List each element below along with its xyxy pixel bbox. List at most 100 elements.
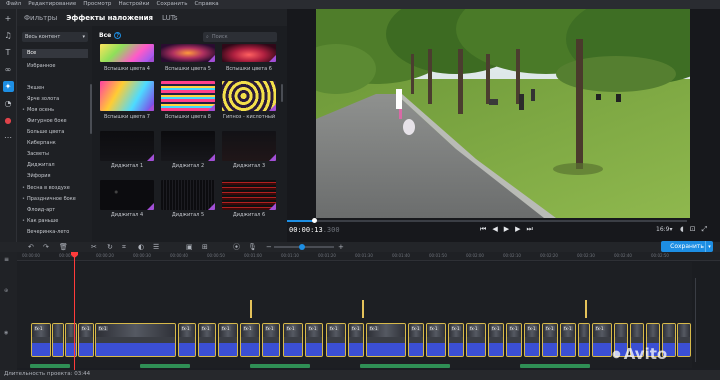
effect-thumbnail[interactable]: [161, 44, 215, 62]
category-item[interactable]: Засветы: [22, 150, 88, 159]
preview-scrubber[interactable]: [287, 220, 687, 222]
snapshot-icon[interactable]: ⊡: [690, 225, 696, 234]
category-item[interactable]: Больше цвета: [22, 128, 88, 137]
color-adjust-icon[interactable]: ◐: [138, 242, 144, 252]
play-icon[interactable]: ▶: [504, 225, 509, 234]
playhead[interactable]: [74, 252, 75, 370]
category-item[interactable]: Фигурное боке: [22, 117, 88, 126]
transitions-icon[interactable]: ∞: [3, 64, 14, 75]
timeline-vertical-scroll[interactable]: [692, 262, 720, 368]
crop-icon[interactable]: ⌗: [122, 242, 126, 252]
video-clip[interactable]: fx·1: [506, 323, 522, 357]
video-clip[interactable]: fx·1: [426, 323, 446, 357]
tab-luts[interactable]: LUTs: [162, 14, 177, 22]
video-clip[interactable]: fx·1: [262, 323, 280, 357]
video-clip[interactable]: fx·1: [240, 323, 260, 357]
effects-icon[interactable]: ✦: [2, 81, 14, 92]
video-clip[interactable]: fx·1: [218, 323, 238, 357]
effect-thumbnail[interactable]: [100, 81, 154, 111]
redo-icon[interactable]: ↷: [43, 242, 49, 252]
video-clip[interactable]: fx·1: [542, 323, 558, 357]
effect-thumbnail[interactable]: [222, 131, 276, 161]
grid-scrollbar[interactable]: [281, 84, 283, 102]
fit-to-screen-icon[interactable]: ▣: [186, 242, 193, 252]
effect-thumbnail[interactable]: [161, 180, 215, 210]
skip-start-icon[interactable]: ⏮: [480, 225, 486, 234]
menu-settings[interactable]: Настройки: [118, 0, 149, 9]
effect-thumbnail[interactable]: [161, 81, 215, 111]
effect-thumbnail[interactable]: [100, 180, 154, 210]
menu-help[interactable]: Справка: [194, 0, 218, 9]
music-track-clip[interactable]: [520, 364, 590, 368]
video-clip[interactable]: fx·1: [524, 323, 540, 357]
category-item[interactable]: Диджитал: [22, 161, 88, 170]
effect-thumbnail[interactable]: [161, 131, 215, 161]
video-clip[interactable]: fx·1: [348, 323, 364, 357]
undo-icon[interactable]: ↶: [28, 242, 34, 252]
step-back-icon[interactable]: ◀: [492, 225, 497, 234]
category-item[interactable]: • Как раньше: [22, 217, 88, 226]
video-clip[interactable]: fx·1: [31, 323, 51, 357]
video-preview[interactable]: [316, 9, 690, 218]
menu-file[interactable]: Файл: [6, 0, 21, 9]
video-clip[interactable]: fx·1: [366, 323, 406, 357]
video-clip[interactable]: fx·1: [78, 323, 94, 357]
video-clip[interactable]: fx·1: [448, 323, 464, 357]
tab-overlay-effects[interactable]: Эффекты наложения: [66, 14, 153, 22]
category-item[interactable]: Вечеринка-лето: [22, 228, 88, 237]
video-clip[interactable]: fx·1: [198, 323, 216, 357]
category-item[interactable]: Киберпанк: [22, 139, 88, 148]
category-item[interactable]: • Весна в воздухе: [22, 184, 88, 193]
zoom-out-icon[interactable]: −: [266, 242, 272, 252]
aspect-ratio-select[interactable]: 16:9▾: [656, 226, 673, 233]
category-item[interactable]: Все: [22, 49, 88, 58]
effect-thumbnail[interactable]: [100, 131, 154, 161]
step-forward-icon[interactable]: ▶: [515, 225, 520, 234]
text-icon[interactable]: T: [3, 47, 14, 58]
video-clip[interactable]: fx·1: [488, 323, 504, 357]
category-dropdown[interactable]: Весь контент ▾: [22, 32, 88, 42]
title-marker[interactable]: [585, 300, 587, 318]
effect-thumbnail[interactable]: [222, 81, 276, 111]
title-marker[interactable]: [362, 300, 364, 318]
video-clip[interactable]: [578, 323, 590, 357]
rotate-icon[interactable]: ↻: [107, 242, 113, 252]
category-item[interactable]: • Праздничное боке: [22, 195, 88, 204]
video-clip[interactable]: fx·1: [560, 323, 576, 357]
preview-scrubber-handle[interactable]: [312, 218, 317, 223]
video-clip[interactable]: fx·1: [592, 323, 612, 357]
category-item[interactable]: Экшен: [22, 84, 88, 93]
music-track-clip[interactable]: [360, 364, 450, 368]
music-track-clip[interactable]: [140, 364, 190, 368]
effect-thumbnail[interactable]: [222, 180, 276, 210]
video-clip[interactable]: [52, 323, 64, 357]
video-clip[interactable]: [65, 323, 77, 357]
video-clip[interactable]: fx·1: [283, 323, 303, 357]
more-icon[interactable]: ⋯: [3, 132, 14, 143]
video-clip[interactable]: fx·1: [178, 323, 196, 357]
volume-icon[interactable]: ◖: [680, 225, 684, 234]
marker-icon[interactable]: ⦿: [233, 242, 240, 252]
skip-end-icon[interactable]: ⏭: [526, 225, 532, 234]
cut-icon[interactable]: ✂: [91, 242, 97, 252]
category-item[interactable]: Ярче золота: [22, 95, 88, 104]
category-item[interactable]: Флоид-арт: [22, 206, 88, 215]
menu-view[interactable]: Просмотр: [83, 0, 111, 9]
snapshot-frame-icon[interactable]: ⊞: [202, 242, 208, 252]
tab-filters[interactable]: Фильтры: [24, 14, 57, 22]
category-item[interactable]: Эйфория: [22, 172, 88, 181]
menu-save[interactable]: Сохранить: [157, 0, 188, 9]
video-clip[interactable]: fx·1: [95, 323, 176, 357]
zoom-slider-handle[interactable]: [299, 244, 305, 250]
video-clip[interactable]: fx·1: [408, 323, 424, 357]
delete-icon[interactable]: 🗑: [59, 242, 68, 252]
category-item[interactable]: • Моя осень: [22, 106, 88, 115]
video-clip[interactable]: fx·1: [466, 323, 486, 357]
microphone-icon[interactable]: 🎙: [248, 242, 257, 252]
category-item[interactable]: Избранное: [22, 62, 88, 71]
music-track-clip[interactable]: [250, 364, 310, 368]
tracks-menu-icon[interactable]: ≡: [4, 256, 9, 263]
plus-icon[interactable]: +: [3, 13, 14, 24]
fullscreen-icon[interactable]: ⤢: [702, 225, 708, 234]
stickers-icon[interactable]: ◔: [3, 98, 14, 109]
